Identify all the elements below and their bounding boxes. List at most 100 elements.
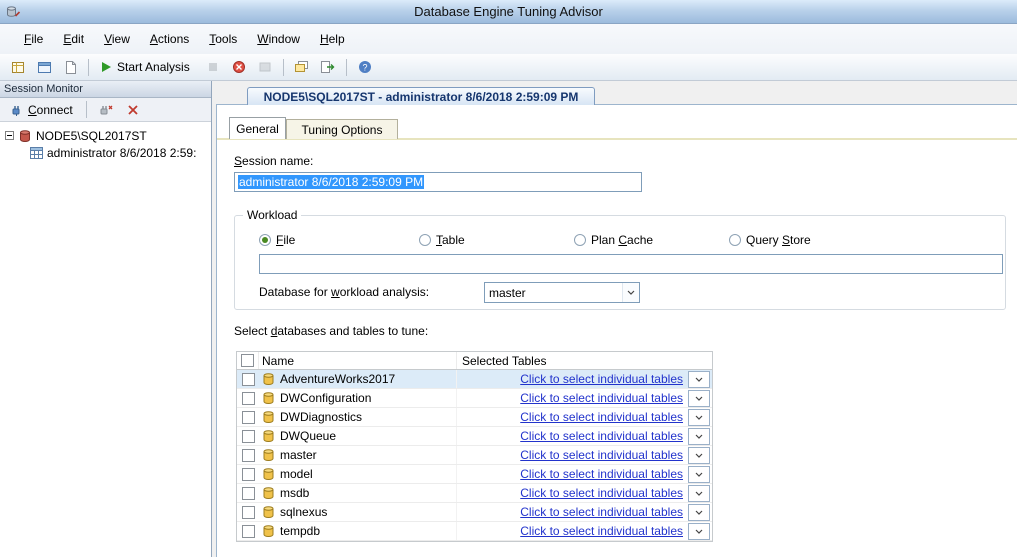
toolbar-separator [86, 101, 87, 118]
apply-recommendations-icon[interactable] [253, 56, 277, 78]
start-analysis-button[interactable]: Start Analysis [95, 56, 199, 78]
select-tables-link[interactable]: Click to select individual tables [520, 391, 683, 405]
session-name-input[interactable]: administrator 8/6/2018 2:59:09 PM [234, 172, 642, 192]
radio-icon [574, 234, 586, 246]
expander-icon[interactable] [5, 131, 14, 140]
radio-table[interactable]: Table [419, 233, 465, 247]
table-row[interactable]: msdb Click to select individual tables [237, 484, 712, 503]
row-checkbox[interactable] [242, 430, 255, 443]
session-monitor-panel: Session Monitor Connect [0, 81, 212, 557]
main-area: NODE5\SQL2017ST - administrator 8/6/2018… [213, 81, 1017, 557]
stop-analysis-icon[interactable] [201, 56, 225, 78]
menu-file[interactable]: File [14, 27, 53, 51]
connect-label: Connect [28, 103, 73, 117]
radio-query-store[interactable]: Query Store [729, 233, 811, 247]
table-row[interactable]: DWConfiguration Click to select individu… [237, 389, 712, 408]
row-checkbox[interactable] [242, 506, 255, 519]
stop-icon[interactable] [227, 56, 251, 78]
db-name: DWQueue [280, 429, 336, 443]
main-toolbar: Start Analysis ? [0, 54, 1017, 81]
select-tables-link[interactable]: Click to select individual tables [520, 448, 683, 462]
table-row[interactable]: DWDiagnostics Click to select individual… [237, 408, 712, 427]
select-tables-link[interactable]: Click to select individual tables [520, 505, 683, 519]
server-icon [18, 129, 32, 143]
tables-dropdown[interactable] [688, 409, 710, 426]
workload-legend: Workload [243, 208, 301, 222]
select-tables-link[interactable]: Click to select individual tables [520, 429, 683, 443]
delete-session-icon[interactable] [121, 99, 145, 121]
tree-node-session[interactable]: administrator 8/6/2018 2:59: [0, 144, 211, 161]
connect-button[interactable]: Connect [4, 100, 79, 120]
session-name-value: administrator 8/6/2018 2:59:09 PM [238, 175, 424, 189]
workload-database-value: master [485, 286, 622, 300]
menu-edit[interactable]: Edit [53, 27, 94, 51]
table-row[interactable]: DWQueue Click to select individual table… [237, 427, 712, 446]
tables-dropdown[interactable] [688, 523, 710, 540]
workload-database-dropdown[interactable]: master [484, 282, 640, 303]
menu-help[interactable]: Help [310, 27, 355, 51]
tree-node-server[interactable]: NODE5\SQL2017ST [0, 127, 211, 144]
tables-dropdown[interactable] [688, 447, 710, 464]
connect-icon [10, 103, 24, 117]
dropdown-chevron-icon [622, 283, 639, 302]
menu-view[interactable]: View [94, 27, 140, 51]
select-tables-link[interactable]: Click to select individual tables [520, 372, 683, 386]
import-workload-icon[interactable] [58, 56, 82, 78]
row-checkbox[interactable] [242, 449, 255, 462]
menu-tools[interactable]: Tools [199, 27, 247, 51]
column-header-name[interactable]: Name [259, 352, 457, 369]
tab-general[interactable]: General [229, 117, 286, 139]
database-icon [262, 429, 275, 443]
tab-tuning-options[interactable]: Tuning Options [286, 119, 398, 139]
row-checkbox[interactable] [242, 525, 255, 538]
tables-dropdown[interactable] [688, 428, 710, 445]
tables-dropdown[interactable] [688, 466, 710, 483]
table-row[interactable]: master Click to select individual tables [237, 446, 712, 465]
row-checkbox[interactable] [242, 392, 255, 405]
cascade-windows-icon[interactable] [290, 56, 314, 78]
db-table-body: AdventureWorks2017 Click to select indiv… [237, 370, 712, 541]
session-name-label: Session name: [234, 154, 313, 168]
select-tables-link[interactable]: Click to select individual tables [520, 486, 683, 500]
select-tables-label: Select databases and tables to tune: [234, 324, 428, 338]
table-row[interactable]: AdventureWorks2017 Click to select indiv… [237, 370, 712, 389]
radio-icon [419, 234, 431, 246]
toolbar-separator [346, 59, 347, 76]
tables-dropdown[interactable] [688, 504, 710, 521]
session-document-tab[interactable]: NODE5\SQL2017ST - administrator 8/6/2018… [247, 87, 595, 105]
database-icon [262, 467, 275, 481]
radio-plan-cache[interactable]: Plan Cache [574, 233, 653, 247]
open-session-icon[interactable] [32, 56, 56, 78]
row-checkbox[interactable] [242, 373, 255, 386]
tables-dropdown[interactable] [688, 485, 710, 502]
select-all-checkbox[interactable] [241, 354, 254, 367]
toolbar-separator [283, 59, 284, 76]
select-tables-link[interactable]: Click to select individual tables [520, 410, 683, 424]
start-analysis-label: Start Analysis [117, 60, 190, 74]
row-checkbox[interactable] [242, 411, 255, 424]
radio-table-label: Table [436, 233, 465, 247]
workload-file-input[interactable] [259, 254, 1003, 274]
table-row[interactable]: tempdb Click to select individual tables [237, 522, 712, 541]
row-checkbox[interactable] [242, 487, 255, 500]
menu-actions[interactable]: Actions [140, 27, 199, 51]
table-row[interactable]: model Click to select individual tables [237, 465, 712, 484]
database-icon [262, 505, 275, 519]
session-icon [30, 147, 43, 159]
disconnect-icon[interactable] [94, 99, 118, 121]
radio-file-label: File [276, 233, 295, 247]
select-tables-link[interactable]: Click to select individual tables [520, 467, 683, 481]
row-checkbox[interactable] [242, 468, 255, 481]
help-icon[interactable]: ? [353, 56, 377, 78]
titlebar[interactable]: Database Engine Tuning Advisor [0, 0, 1017, 24]
tables-dropdown[interactable] [688, 371, 710, 388]
radio-file[interactable]: File [259, 233, 295, 247]
new-session-icon[interactable] [6, 56, 30, 78]
select-tables-link[interactable]: Click to select individual tables [520, 524, 683, 538]
export-icon[interactable] [316, 56, 340, 78]
column-header-selected-tables[interactable]: Selected Tables [457, 352, 712, 369]
tables-dropdown[interactable] [688, 390, 710, 407]
table-row[interactable]: sqlnexus Click to select individual tabl… [237, 503, 712, 522]
menu-window[interactable]: Window [247, 27, 310, 51]
db-name: DWDiagnostics [280, 410, 362, 424]
